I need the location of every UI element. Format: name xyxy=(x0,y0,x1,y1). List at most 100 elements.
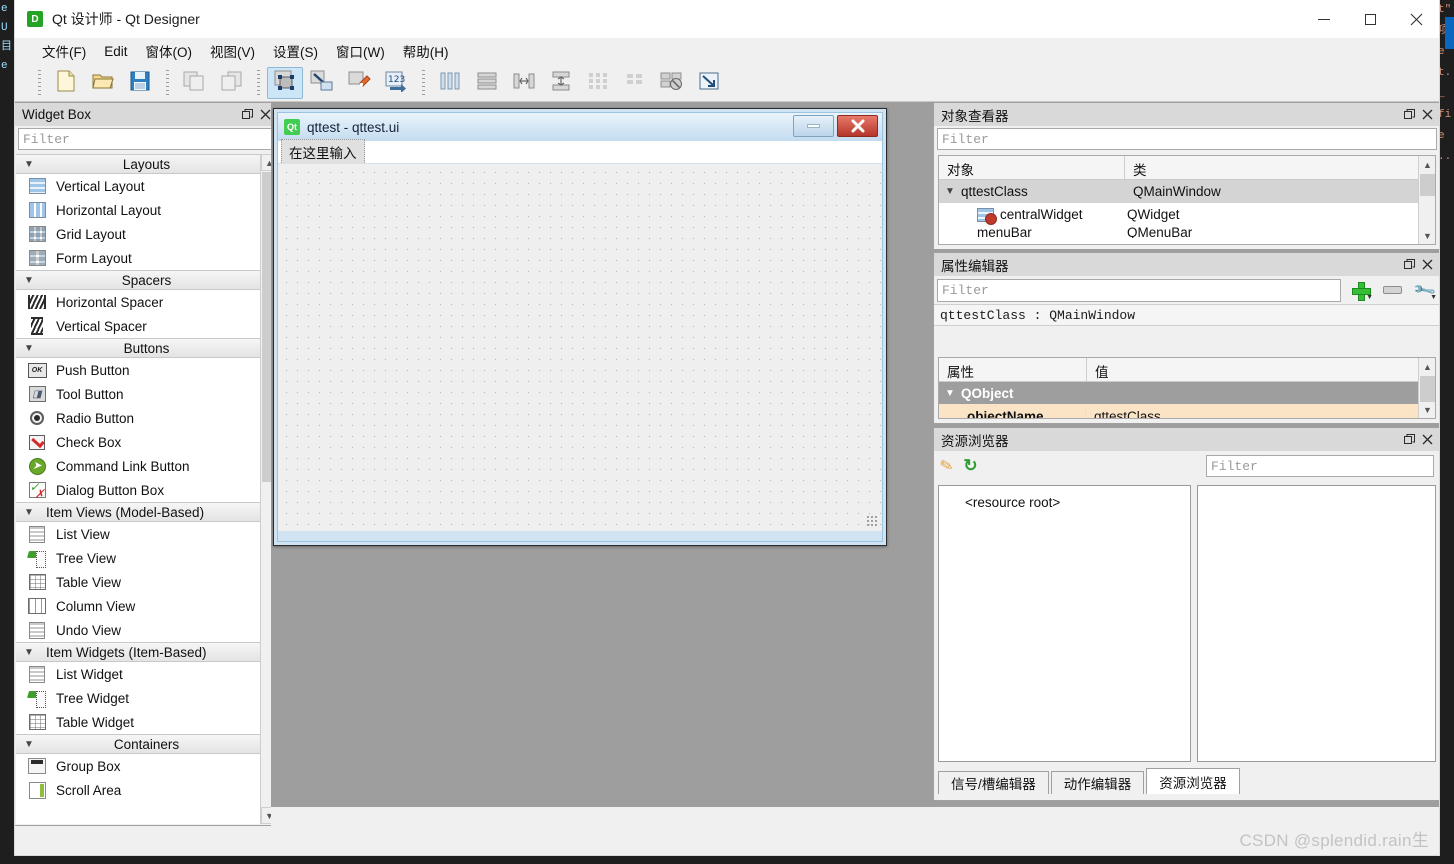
edit-signals-slots-button[interactable] xyxy=(304,67,340,99)
float-icon[interactable] xyxy=(238,106,256,124)
menu-edit[interactable]: Edit xyxy=(95,41,136,62)
form-minimize-button[interactable] xyxy=(793,115,834,137)
menu-window[interactable]: 窗口(W) xyxy=(327,38,394,64)
scroll-up-icon[interactable]: ▲ xyxy=(1419,358,1435,375)
widget-item-form-layout[interactable]: Form Layout xyxy=(16,246,277,270)
table-row[interactable]: ▼ qttestClass QMainWindow xyxy=(939,180,1435,203)
edit-widgets-button[interactable] xyxy=(267,66,303,99)
widget-item-list-widget[interactable]: List Widget xyxy=(16,662,277,686)
tab-resource-browser[interactable]: 资源浏览器 xyxy=(1146,768,1240,794)
close-button[interactable] xyxy=(1393,0,1439,38)
object-inspector-scrollbar[interactable]: ▲ ▼ xyxy=(1418,156,1435,244)
refresh-icon[interactable]: ↻ xyxy=(963,456,977,476)
layout-vertically-button[interactable] xyxy=(469,67,505,99)
table-row[interactable]: objectName qttestClass xyxy=(939,404,1435,418)
scrollbar-thumb[interactable] xyxy=(1420,174,1435,196)
widget-item-list-view[interactable]: List View xyxy=(16,522,277,546)
form-title-bar[interactable]: Qt qttest - qttest.ui xyxy=(278,113,882,141)
edit-buddies-button[interactable] xyxy=(341,67,377,99)
float-icon[interactable] xyxy=(1400,106,1418,124)
resource-browser-filter-input[interactable]: Filter xyxy=(1206,455,1434,477)
widget-item-vertical-layout[interactable]: Vertical Layout xyxy=(16,174,277,198)
save-form-button[interactable] xyxy=(122,67,158,99)
widget-item-group-box[interactable]: Group Box xyxy=(16,754,277,778)
layout-horizontally-button[interactable] xyxy=(432,67,468,99)
close-icon[interactable] xyxy=(1418,256,1436,274)
property-editor-scrollbar[interactable]: ▲ ▼ xyxy=(1418,358,1435,418)
maximize-button[interactable] xyxy=(1347,0,1393,38)
configure-button[interactable]: 🔧 ▼ xyxy=(1411,278,1437,303)
widget-item-table-view[interactable]: Table View xyxy=(16,570,277,594)
form-window[interactable]: Qt qttest - qttest.ui 在这里输入 xyxy=(273,108,887,546)
property-group-qobject[interactable]: ▼ QObject xyxy=(939,382,1435,404)
widget-box-filter-input[interactable]: Filter xyxy=(18,128,275,150)
minimize-button[interactable] xyxy=(1301,0,1347,38)
menu-view[interactable]: 视图(V) xyxy=(201,38,264,64)
widget-item-grid-layout[interactable]: Grid Layout xyxy=(16,222,277,246)
menu-form[interactable]: 窗体(O) xyxy=(137,38,202,64)
layout-grid-button[interactable] xyxy=(580,67,616,99)
table-row[interactable]: menuBar QMenuBar xyxy=(939,226,1435,238)
pencil-icon[interactable]: ✎ xyxy=(938,455,955,477)
property-value[interactable]: qttestClass xyxy=(1085,408,1435,418)
chevron-down-icon[interactable]: ▼ xyxy=(939,186,961,197)
widget-item-undo-view[interactable]: Undo View xyxy=(16,618,277,642)
widget-group-layouts[interactable]: ▼ Layouts xyxy=(16,154,277,174)
widget-item-push-button[interactable]: OK Push Button xyxy=(16,358,277,382)
form-menu-bar[interactable]: 在这里输入 xyxy=(278,139,882,165)
tab-signal-slot-editor[interactable]: 信号/槽编辑器 xyxy=(938,771,1049,794)
form-close-button[interactable] xyxy=(837,115,878,137)
float-icon[interactable] xyxy=(1400,431,1418,449)
scroll-down-icon[interactable]: ▼ xyxy=(1419,227,1435,244)
close-icon[interactable] xyxy=(1418,106,1436,124)
resize-grip-icon[interactable] xyxy=(866,515,879,528)
object-inspector-tree[interactable]: 对象 类 ▼ qttestClass QMainWindow centralWi… xyxy=(938,155,1436,245)
redo-button[interactable] xyxy=(213,67,249,99)
resource-tree[interactable]: <resource root> xyxy=(938,485,1191,762)
layout-form-button[interactable] xyxy=(617,67,653,99)
layout-splitter-horizontal-button[interactable] xyxy=(506,67,542,99)
widget-item-tree-widget[interactable]: Tree Widget xyxy=(16,686,277,710)
tab-action-editor[interactable]: 动作编辑器 xyxy=(1050,771,1145,794)
layout-splitter-vertical-button[interactable] xyxy=(543,67,579,99)
object-inspector-filter-input[interactable]: Filter xyxy=(937,128,1437,150)
widget-item-dialog-button-box[interactable]: Dialog Button Box xyxy=(16,478,277,502)
widget-item-radio-button[interactable]: Radio Button xyxy=(16,406,277,430)
widget-item-check-box[interactable]: Check Box xyxy=(16,430,277,454)
property-editor-filter-input[interactable]: Filter xyxy=(937,278,1341,302)
menu-settings[interactable]: 设置(S) xyxy=(264,38,327,64)
menu-help[interactable]: 帮助(H) xyxy=(394,38,458,64)
add-property-button[interactable]: ▼ xyxy=(1347,278,1373,302)
open-form-button[interactable] xyxy=(85,67,121,99)
form-central-widget[interactable] xyxy=(278,164,882,531)
widget-item-table-widget[interactable]: Table Widget xyxy=(16,710,277,734)
break-layout-button[interactable] xyxy=(654,67,690,99)
widget-item-vertical-spacer[interactable]: Vertical Spacer xyxy=(16,314,277,338)
scroll-up-icon[interactable]: ▲ xyxy=(1419,156,1435,173)
resource-preview[interactable] xyxy=(1197,485,1436,762)
scrollbar-thumb[interactable] xyxy=(1420,376,1435,402)
widget-group-buttons[interactable]: ▼ Buttons xyxy=(16,338,277,358)
undo-button[interactable] xyxy=(176,67,212,99)
menu-file[interactable]: 文件(F) xyxy=(33,38,95,64)
form-menu-placeholder[interactable]: 在这里输入 xyxy=(281,139,365,165)
widget-item-command-link-button[interactable]: ➤ Command Link Button xyxy=(16,454,277,478)
property-editor-table[interactable]: 属性 值 ▼ QObject objectName qttestClass ▲ … xyxy=(938,357,1436,419)
widget-item-horizontal-spacer[interactable]: Horizontal Spacer xyxy=(16,290,277,314)
scroll-down-icon[interactable]: ▼ xyxy=(1419,401,1435,418)
edit-tab-order-button[interactable]: 123 xyxy=(378,67,414,99)
close-icon[interactable] xyxy=(1418,431,1436,449)
remove-property-button[interactable] xyxy=(1379,278,1405,302)
adjust-size-button[interactable] xyxy=(691,67,727,99)
widget-item-tree-view[interactable]: Tree View xyxy=(16,546,277,570)
widget-group-item-widgets[interactable]: ▼ Item Widgets (Item-Based) xyxy=(16,642,277,662)
widget-item-scroll-area[interactable]: Scroll Area xyxy=(16,778,277,802)
widget-item-tool-button[interactable]: ◨ Tool Button xyxy=(16,382,277,406)
widget-group-spacers[interactable]: ▼ Spacers xyxy=(16,270,277,290)
widget-box-list[interactable]: ▼ Layouts Vertical Layout Horizontal Lay… xyxy=(16,154,277,824)
widget-group-item-views[interactable]: ▼ Item Views (Model-Based) xyxy=(16,502,277,522)
new-form-button[interactable] xyxy=(48,67,84,99)
float-icon[interactable] xyxy=(1400,256,1418,274)
table-row[interactable]: centralWidget QWidget xyxy=(939,203,1435,226)
widget-item-horizontal-layout[interactable]: Horizontal Layout xyxy=(16,198,277,222)
